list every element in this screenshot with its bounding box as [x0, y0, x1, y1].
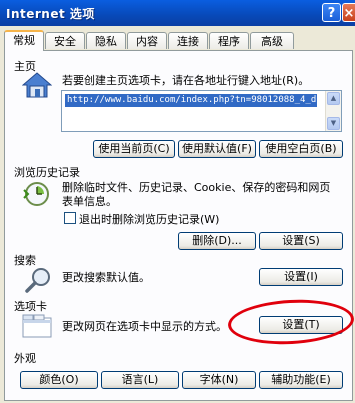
- tab-general[interactable]: 常规: [4, 30, 44, 51]
- address-scrollbar[interactable]: ▲ ▼: [325, 91, 341, 131]
- delete-on-exit-label: 退出时删除浏览历史记录(W): [79, 213, 220, 226]
- history-clock-icon: [23, 182, 49, 206]
- homepage-description: 若要创建主页选项卡，请在各地址行键入地址(R)。: [62, 74, 310, 87]
- history-settings-button[interactable]: 设置(S): [259, 232, 343, 250]
- use-blank-button[interactable]: 使用空白页(B): [259, 140, 343, 158]
- use-current-page-button[interactable]: 使用当前页(C): [93, 140, 175, 158]
- tabs-section-title: 选项卡: [14, 300, 47, 313]
- search-description: 更改搜索默认值。: [62, 271, 150, 284]
- tab-privacy[interactable]: 隐私: [86, 32, 126, 49]
- homepage-address-text: http://www.baidu.com/index.php?tn=980120…: [65, 94, 317, 107]
- home-icon: [22, 72, 52, 98]
- languages-button[interactable]: 语言(L): [101, 371, 179, 389]
- tab-content[interactable]: 内容: [127, 32, 167, 49]
- appearance-section-title: 外观: [14, 352, 36, 365]
- tab-advanced[interactable]: 高级: [250, 32, 294, 49]
- title-bar: Internet 选项 ? ×: [0, 0, 355, 26]
- help-button[interactable]: ?: [322, 3, 341, 22]
- browser-tabs-icon: [22, 314, 52, 338]
- tab-programs[interactable]: 程序: [209, 32, 249, 49]
- scroll-up-icon[interactable]: ▲: [327, 92, 340, 105]
- homepage-address-field[interactable]: http://www.baidu.com/index.php?tn=980120…: [61, 90, 342, 132]
- delete-history-button[interactable]: 删除(D)...: [178, 232, 256, 250]
- delete-on-exit-checkbox[interactable]: [64, 212, 76, 224]
- scroll-down-icon[interactable]: ▼: [327, 117, 340, 130]
- tabs-description: 更改网页在选项卡中显示的方式。: [62, 320, 227, 333]
- use-default-button[interactable]: 使用默认值(F): [178, 140, 256, 158]
- fonts-button[interactable]: 字体(N): [182, 371, 256, 389]
- history-section-title: 浏览历史记录: [14, 166, 80, 179]
- colors-button[interactable]: 颜色(O): [20, 371, 98, 389]
- tab-connections[interactable]: 连接: [168, 32, 208, 49]
- tab-security[interactable]: 安全: [45, 32, 85, 49]
- close-button[interactable]: ×: [342, 3, 355, 22]
- accessibility-button[interactable]: 辅助功能(E): [259, 371, 343, 389]
- search-settings-button[interactable]: 设置(I): [259, 268, 343, 286]
- window-title: Internet 选项: [6, 7, 95, 21]
- magnifier-icon: [25, 268, 50, 293]
- history-description: 删除临时文件、历史记录、Cookie、保存的密码和网页表单信息。: [62, 181, 331, 208]
